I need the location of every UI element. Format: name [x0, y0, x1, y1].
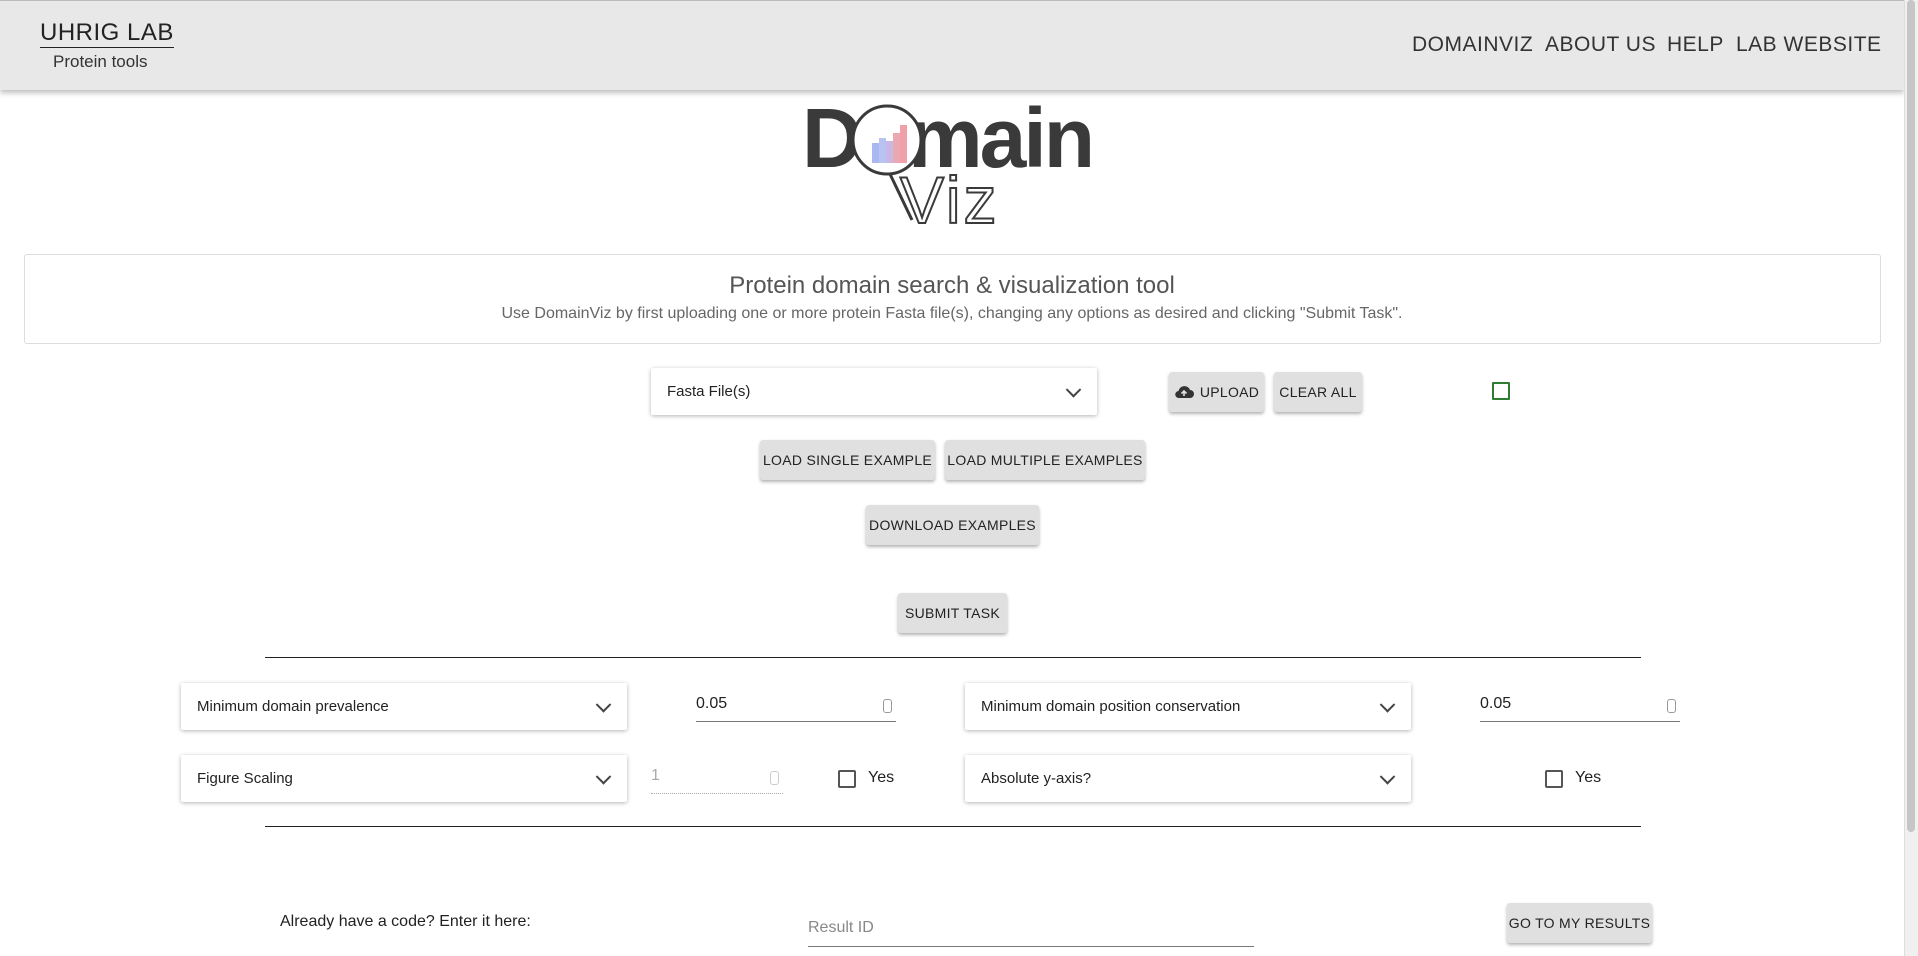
figure-scaling-value: 1	[651, 767, 660, 784]
divider-bottom	[265, 826, 1641, 827]
load-single-example-label: LOAD SINGLE EXAMPLE	[762, 452, 933, 468]
load-single-example-button[interactable]: LOAD SINGLE EXAMPLE	[760, 440, 935, 480]
upload-status-checkbox[interactable]	[1492, 382, 1510, 400]
intro-description: Use DomainViz by first uploading one or …	[501, 305, 1403, 322]
upload-button[interactable]: UPLOAD	[1169, 372, 1264, 412]
min-domain-position-conservation-value: 0.05	[1480, 695, 1512, 712]
min-domain-prevalence-label: Minimum domain prevalence	[197, 698, 389, 715]
chevron-down-icon	[1379, 696, 1396, 713]
submit-task-button[interactable]: SUBMIT TASK	[898, 593, 1007, 633]
submit-task-label: SUBMIT TASK	[904, 605, 1001, 621]
download-examples-button[interactable]: DOWNLOAD EXAMPLES	[866, 505, 1039, 545]
chevron-down-icon	[595, 696, 612, 713]
divider-top	[265, 657, 1641, 658]
load-multiple-examples-label: LOAD MULTIPLE EXAMPLES	[947, 452, 1143, 468]
nav-help[interactable]: HELP	[1667, 33, 1724, 57]
domainviz-logo-graphic: Domain Viz	[802, 91, 1095, 238]
min-domain-prevalence-input[interactable]: 0.05	[696, 695, 896, 722]
nav-lab-website[interactable]: LAB WEBSITE	[1736, 33, 1882, 57]
min-domain-position-conservation-input[interactable]: 0.05	[1480, 695, 1680, 722]
absolute-y-axis-label: Absolute y-axis?	[981, 770, 1092, 787]
result-id-input[interactable]: Result ID	[808, 919, 1254, 947]
figure-scaling-checkbox[interactable]	[838, 770, 856, 788]
nav-domainviz[interactable]: DOMAINVIZ	[1412, 33, 1533, 57]
brand-title[interactable]: UHRIG LAB	[40, 20, 174, 48]
figure-scaling-input[interactable]: 1	[651, 767, 783, 794]
magnifier-lens-icon	[851, 104, 923, 176]
go-to-my-results-button[interactable]: GO TO MY RESULTS	[1507, 903, 1652, 943]
brand-subtitle: Protein tools	[53, 52, 148, 71]
min-domain-prevalence-select[interactable]: Minimum domain prevalence	[181, 683, 627, 730]
fasta-file-select[interactable]: Fasta File(s)	[651, 368, 1097, 415]
result-code-prompt: Already have a code? Enter it here:	[280, 913, 531, 930]
figure-scaling-label: Figure Scaling	[197, 770, 293, 787]
spinner-icon[interactable]	[770, 771, 779, 785]
clear-all-button[interactable]: CLEAR ALL	[1274, 372, 1362, 412]
scrollbar-thumb[interactable]	[1907, 0, 1915, 832]
spinner-icon[interactable]	[1667, 699, 1676, 713]
figure-scaling-select[interactable]: Figure Scaling	[181, 755, 627, 802]
min-domain-prevalence-value: 0.05	[696, 695, 728, 712]
absolute-y-axis-yes-label: Yes	[1575, 769, 1602, 786]
go-to-my-results-label: GO TO MY RESULTS	[1508, 915, 1651, 931]
logo-viz-text: Viz	[900, 163, 1000, 230]
min-domain-position-conservation-select[interactable]: Minimum domain position conservation	[965, 683, 1411, 730]
intro-title: Protein domain search & visualization to…	[729, 272, 1175, 299]
chevron-down-icon	[1379, 768, 1396, 785]
load-multiple-examples-button[interactable]: LOAD MULTIPLE EXAMPLES	[945, 440, 1145, 480]
chevron-down-icon	[1065, 381, 1082, 398]
clear-all-button-label: CLEAR ALL	[1279, 384, 1357, 400]
result-id-placeholder: Result ID	[808, 919, 874, 936]
domainviz-logo: Domain Viz	[800, 91, 1110, 238]
absolute-y-axis-select[interactable]: Absolute y-axis?	[965, 755, 1411, 802]
cloud-upload-icon	[1175, 386, 1194, 399]
min-domain-position-conservation-label: Minimum domain position conservation	[981, 698, 1241, 715]
spinner-icon[interactable]	[883, 699, 892, 713]
fasta-file-select-label: Fasta File(s)	[667, 383, 751, 400]
upload-button-label: UPLOAD	[1199, 384, 1260, 400]
nav-about-us[interactable]: ABOUT US	[1545, 33, 1656, 57]
chevron-down-icon	[595, 768, 612, 785]
download-examples-label: DOWNLOAD EXAMPLES	[869, 517, 1036, 533]
figure-scaling-yes-label: Yes	[868, 769, 895, 786]
absolute-y-axis-checkbox[interactable]	[1545, 770, 1563, 788]
